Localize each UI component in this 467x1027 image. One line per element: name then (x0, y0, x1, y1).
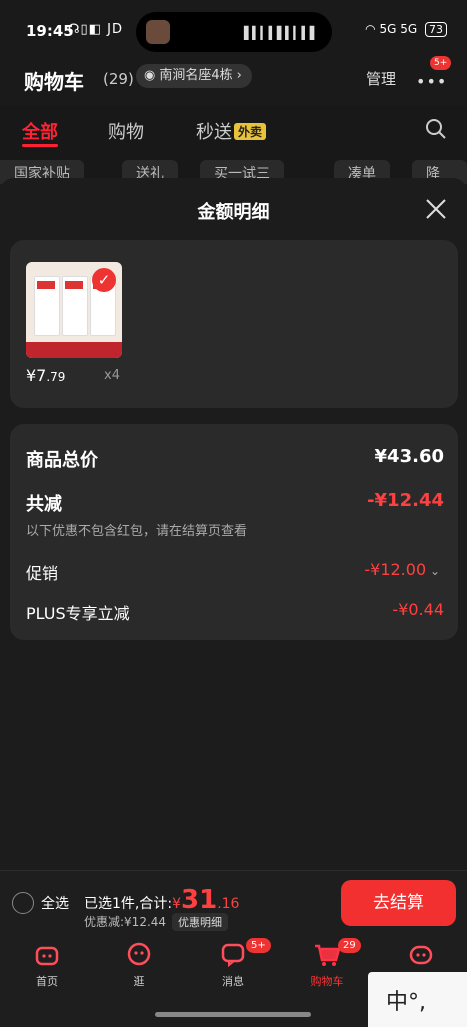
product-quantity: x4 (104, 368, 120, 383)
chevron-right-icon: › (236, 68, 242, 83)
nav-browse-label: 逛 (133, 975, 145, 988)
signal-labels: 5G 5G (379, 22, 418, 36)
discount-text: 优惠减:¥12.44 (84, 915, 167, 929)
nav-home-label: 首页 (36, 975, 58, 988)
cart-count: (29) (103, 70, 134, 88)
tab-express-label: 秒送 (196, 122, 232, 143)
checkout-button[interactable]: 去结算 (341, 880, 456, 926)
media-thumbnail (146, 20, 170, 44)
takeout-badge: 外卖 (234, 123, 267, 140)
amount-detail-sheet: 金额明细 ✓ ¥7.79 x4 商品总价 ¥43.60 共减 -¥12.44 以… (0, 178, 467, 870)
tab-shopping[interactable]: 购物 (108, 118, 144, 144)
product-price: ¥7.79 (26, 366, 65, 385)
box-label (37, 281, 55, 289)
nav-browse[interactable]: 逛 (104, 940, 174, 989)
reduce-value: -¥12.44 (367, 490, 444, 511)
summary-line: 已选1件,合计:¥31.16 (84, 885, 239, 915)
checkout-bar: 全选 已选1件,合计:¥31.16 优惠减:¥12.44 优惠明细 去结算 (0, 870, 467, 937)
status-right-icons: ◠ 5G 5G 73 (365, 22, 447, 37)
tab-underline (22, 144, 58, 147)
milk-box (34, 276, 60, 336)
select-all-radio[interactable] (12, 892, 34, 914)
home-indicator[interactable] (155, 1012, 311, 1017)
chevron-down-icon: ⌄ (426, 564, 440, 578)
more-icon[interactable]: ••• (416, 72, 447, 91)
plus-label: PLUS专享立减 (26, 604, 130, 623)
search-icon[interactable] (425, 118, 447, 140)
more-badge: 5+ (430, 56, 452, 70)
address-text: 南涧名座4栋 (159, 68, 233, 83)
total-value: ¥43.60 (374, 446, 444, 467)
eye-icon: ◉ (144, 68, 156, 83)
dynamic-island[interactable]: ▌▍▎▍▌▍▎▍▌ (136, 12, 332, 52)
messages-badge: 5+ (246, 938, 271, 953)
nav-messages[interactable]: 5+ 消息 (198, 938, 271, 989)
audio-waveform-icon: ▌▍▎▍▌▍▎▍▌ (243, 26, 319, 40)
wifi-icon: ◠ (365, 22, 376, 36)
cart-tabs: 全部 购物 秒送 外卖 (0, 106, 467, 154)
price-int: ¥7 (26, 366, 47, 385)
discount-detail-button[interactable]: 优惠明细 (172, 913, 229, 931)
message-icon (221, 943, 245, 968)
browse-icon (127, 942, 151, 966)
page-title: 购物车 (24, 70, 84, 94)
product-image[interactable]: ✓ (26, 262, 122, 358)
tab-all[interactable]: 全部 (22, 118, 58, 144)
box-label (65, 281, 83, 289)
status-bar: 19:45 ☊▯◧ JD ▌▍▎▍▌▍▎▍▌ ◠ 5G 5G 73 (0, 0, 467, 60)
total-label: 商品总价 (26, 450, 98, 471)
milk-box (62, 276, 88, 336)
clock: 19:45 (26, 22, 74, 40)
nav-mine[interactable] (386, 940, 456, 971)
sheet-title: 金额明细 (197, 202, 270, 223)
breakdown-card: 商品总价 ¥43.60 共减 -¥12.44 以下优惠不包含红包，请在结算页查看… (10, 424, 458, 640)
nav-messages-label: 消息 (222, 975, 244, 988)
close-icon[interactable] (425, 198, 447, 220)
promo-row-value[interactable]: -¥12.00 ⌄ (364, 560, 440, 579)
discount-line: 优惠减:¥12.44 优惠明细 (84, 913, 229, 931)
battery-icon: 73 (425, 22, 447, 37)
total-int: 31 (181, 885, 218, 915)
status-left-icons: ☊▯◧ JD (68, 22, 123, 37)
promo-value: -¥12.00 (364, 560, 427, 579)
select-all-label[interactable]: 全选 (41, 893, 69, 913)
manage-button[interactable]: 管理 (366, 68, 396, 89)
product-card: ✓ ¥7.79 x4 (10, 240, 458, 408)
nav-cart-label: 购物车 (310, 975, 344, 988)
cart-header: 购物车 (29) ◉ 南涧名座4栋 › 管理 ••• 5+ (0, 56, 467, 106)
promo-stripe (26, 342, 122, 358)
input-method-popup[interactable]: 中°, (368, 972, 467, 1027)
checkmark-icon: ✓ (92, 268, 116, 292)
cart-badge: 29 (338, 938, 361, 953)
tab-express[interactable]: 秒送 外卖 (196, 118, 267, 144)
nav-home[interactable]: 首页 (12, 940, 82, 989)
selected-text: 已选1件,合计: (84, 896, 173, 912)
reduce-label: 共减 (26, 494, 62, 515)
price-dec: .79 (46, 370, 66, 384)
address-selector[interactable]: ◉ 南涧名座4栋 › (136, 64, 252, 88)
plus-value: -¥0.44 (392, 600, 444, 619)
profile-icon (409, 945, 433, 965)
promo-label: 促销 (26, 564, 59, 583)
total-currency: ¥ (172, 896, 181, 912)
home-icon (35, 946, 59, 966)
nav-cart[interactable]: 29 购物车 (292, 938, 362, 989)
reduce-note: 以下优惠不包含红包，请在结算页查看 (26, 524, 248, 539)
total-dec: .16 (217, 896, 240, 912)
